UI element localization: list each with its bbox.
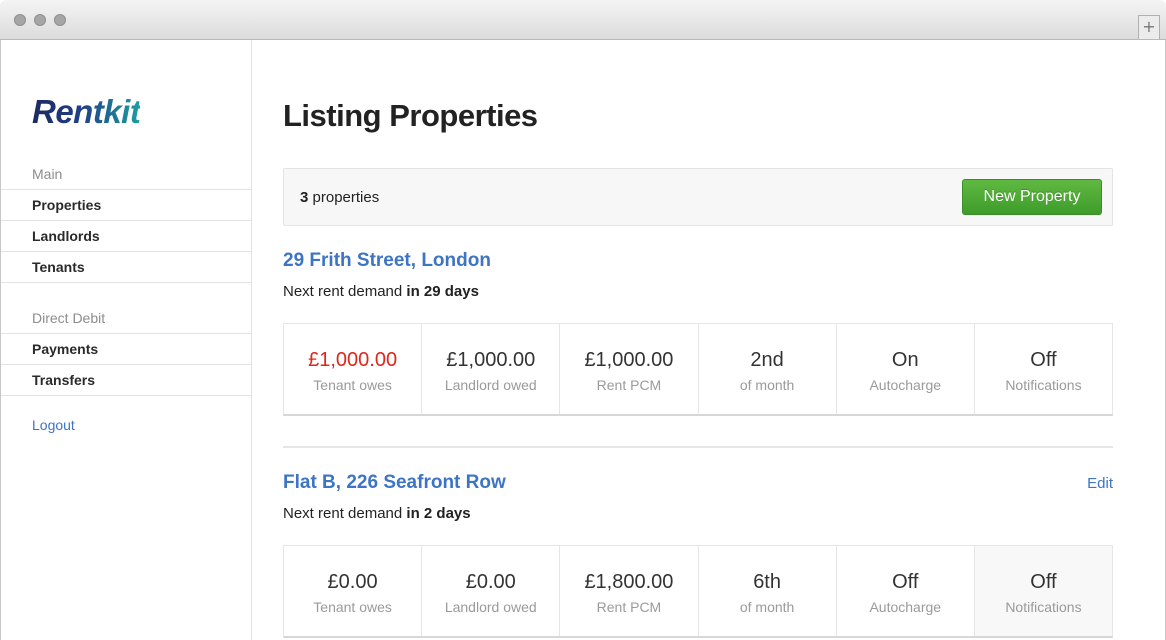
property-title-link[interactable]: 29 Frith Street, London xyxy=(283,250,491,272)
rent-demand-text: Next rent demand in 29 days xyxy=(283,283,479,300)
stat-value: £1,000.00 xyxy=(584,349,674,371)
edit-property-link[interactable]: Edit xyxy=(1087,475,1113,492)
rent-demand-prefix: Next rent demand xyxy=(283,505,407,522)
nav-section-main: Main Properties Landlords Tenants xyxy=(1,159,252,283)
stat-label: of month xyxy=(739,377,795,393)
window-titlebar: + xyxy=(0,0,1166,40)
minimize-window-button[interactable] xyxy=(34,14,46,26)
stat-value: On xyxy=(891,349,919,371)
stat-rent-day: 2nd of month xyxy=(699,324,837,414)
stat-label: of month xyxy=(739,599,795,615)
stat-value: £1,800.00 xyxy=(584,571,674,593)
stat-rent-pcm: £1,000.00 Rent PCM xyxy=(560,324,699,414)
stat-label: Autocharge xyxy=(869,599,942,615)
sidebar-item-payments[interactable]: Payments xyxy=(1,334,252,365)
stat-value: £1,000.00 xyxy=(446,349,536,371)
stat-rent-day: 6th of month xyxy=(699,546,837,636)
sidebar-item-landlords[interactable]: Landlords xyxy=(1,221,252,252)
stat-label: Landlord owed xyxy=(444,599,537,615)
new-property-button[interactable]: New Property xyxy=(962,179,1102,215)
rent-demand-when: in 29 days xyxy=(406,283,479,300)
sidebar-item-transfers[interactable]: Transfers xyxy=(1,365,252,396)
stat-label: Notifications xyxy=(1005,377,1082,393)
stat-rent-pcm: £1,800.00 Rent PCM xyxy=(560,546,699,636)
stat-label: Notifications xyxy=(1005,599,1082,615)
rent-demand-text: Next rent demand in 2 days xyxy=(283,505,471,522)
property-divider xyxy=(283,446,1113,448)
stat-landlord-owed: £0.00 Landlord owed xyxy=(422,546,561,636)
stat-value: 6th xyxy=(753,571,781,593)
nav-heading-direct-debit: Direct Debit xyxy=(1,303,252,334)
new-tab-plus-icon[interactable]: + xyxy=(1138,15,1160,39)
rent-demand-when: in 2 days xyxy=(406,505,471,522)
app-window: Rentkit Main Properties Landlords Tenant… xyxy=(0,40,1166,640)
stat-value: Off xyxy=(1030,571,1057,593)
stat-value: £1,000.00 xyxy=(308,349,398,371)
stat-label: Landlord owed xyxy=(444,377,537,393)
stat-value: £0.00 xyxy=(465,571,516,593)
stat-value: £0.00 xyxy=(327,571,378,593)
stat-notifications: Off Notifications xyxy=(974,546,1113,636)
stat-label: Tenant owes xyxy=(313,377,392,393)
sidebar: Rentkit Main Properties Landlords Tenant… xyxy=(1,40,252,640)
stat-value: 2nd xyxy=(750,349,784,371)
zoom-window-button[interactable] xyxy=(54,14,66,26)
property-stats: £0.00 Tenant owes £0.00 Landlord owed £1… xyxy=(283,545,1113,638)
page-title: Listing Properties xyxy=(283,98,538,133)
stat-value: Off xyxy=(1030,349,1057,371)
listing-toolbar: 3 properties New Property xyxy=(283,168,1113,226)
logout-link[interactable]: Logout xyxy=(32,417,75,433)
stat-label: Autocharge xyxy=(869,377,942,393)
stat-autocharge: Off Autocharge xyxy=(837,546,975,636)
property-stats: £1,000.00 Tenant owes £1,000.00 Landlord… xyxy=(283,323,1113,416)
nav-section-direct-debit: Direct Debit Payments Transfers xyxy=(1,303,252,396)
sidebar-item-tenants[interactable]: Tenants xyxy=(1,252,252,283)
stat-label: Rent PCM xyxy=(596,599,662,615)
rentkit-logo[interactable]: Rentkit xyxy=(32,93,141,131)
close-window-button[interactable] xyxy=(14,14,26,26)
property-count: 3 properties xyxy=(300,189,379,206)
rent-demand-prefix: Next rent demand xyxy=(283,283,407,300)
stat-label: Rent PCM xyxy=(596,377,662,393)
stat-autocharge: On Autocharge xyxy=(837,324,975,414)
property-title-link[interactable]: Flat B, 226 Seafront Row xyxy=(283,472,506,494)
nav-heading-main: Main xyxy=(1,159,252,190)
stat-notifications: Off Notifications xyxy=(975,324,1112,414)
stat-value: Off xyxy=(892,571,919,593)
stat-label: Tenant owes xyxy=(313,599,392,615)
sidebar-item-properties[interactable]: Properties xyxy=(1,190,252,221)
stat-landlord-owed: £1,000.00 Landlord owed xyxy=(422,324,561,414)
stat-tenant-owes: £0.00 Tenant owes xyxy=(284,546,423,636)
stat-tenant-owes: £1,000.00 Tenant owes xyxy=(284,324,423,414)
property-count-label: properties xyxy=(308,189,380,206)
